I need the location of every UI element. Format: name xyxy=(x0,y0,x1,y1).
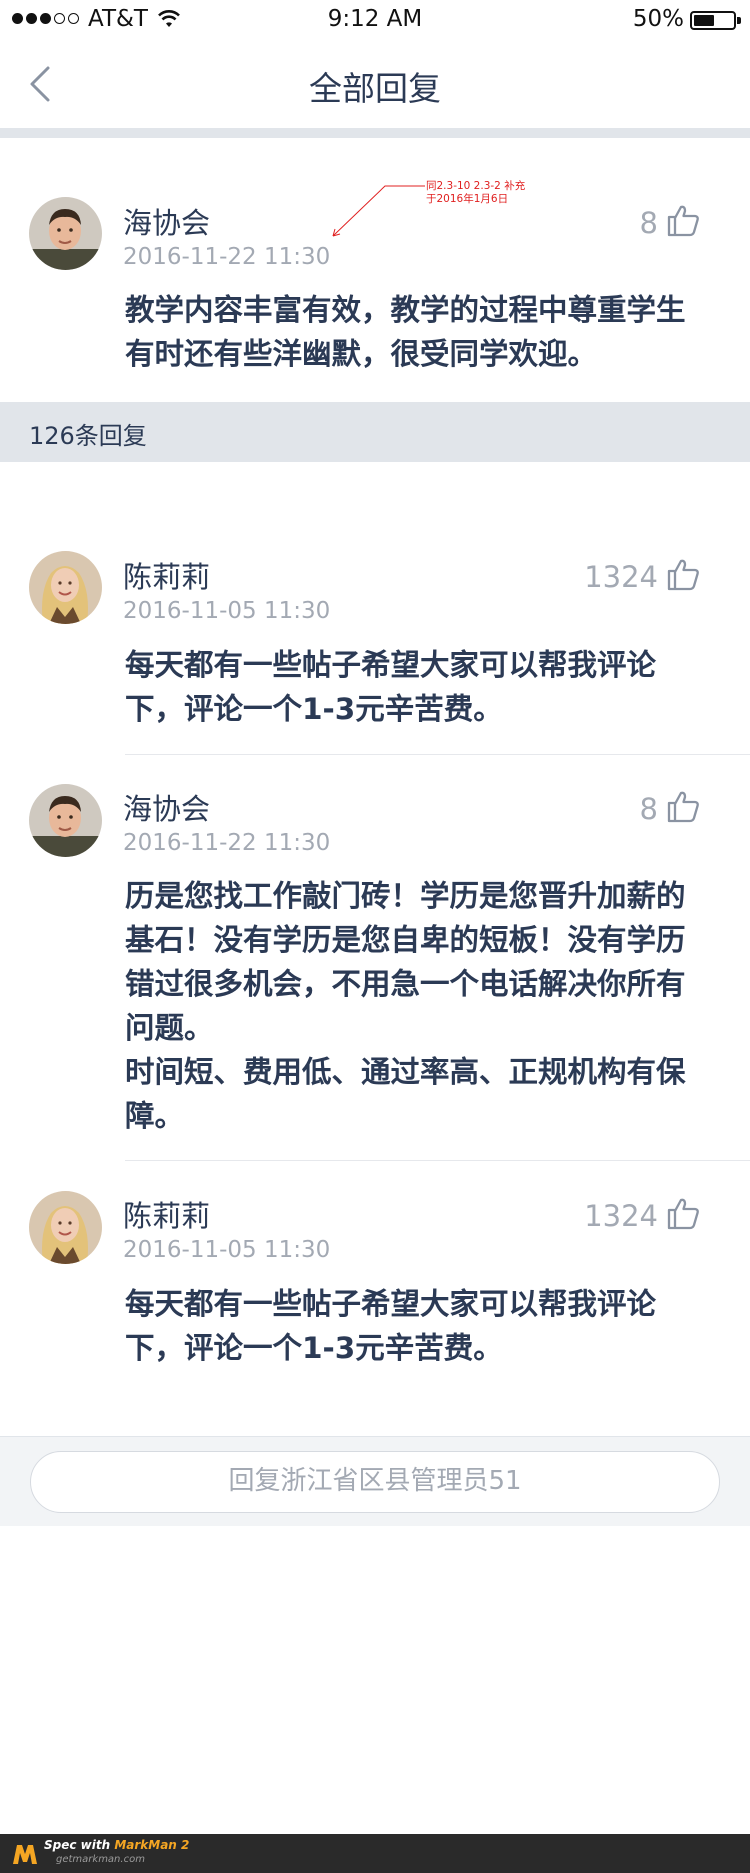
thumbs-up-icon[interactable] xyxy=(665,556,701,592)
comment-date: 2016-11-22 11:30 xyxy=(123,244,331,270)
footer-url: getmarkman.com xyxy=(56,1854,145,1865)
page-title: 全部回复 xyxy=(309,69,441,108)
comment-body-paragraph: 时间短、费用低、通过率高、正规机构有保障。 xyxy=(125,1055,686,1133)
comment-author-name[interactable]: 陈莉莉 xyxy=(123,554,210,596)
thumbs-up-icon[interactable] xyxy=(665,788,701,824)
comment-author-name[interactable]: 陈莉莉 xyxy=(123,1193,210,1235)
separator xyxy=(125,754,750,755)
annotation-arrow xyxy=(332,185,425,237)
avatar[interactable] xyxy=(29,551,102,624)
like-count: 8 xyxy=(639,792,658,826)
comment-author-name[interactable]: 海协会 xyxy=(123,200,210,242)
reply-count: 126条回复 xyxy=(29,422,147,450)
thumbs-up-icon[interactable] xyxy=(665,202,701,238)
avatar[interactable] xyxy=(29,1191,102,1264)
comment-body: 每天都有一些帖子希望大家可以帮我评论下，评论一个1-3元辛苦费。 xyxy=(125,648,657,726)
nav-divider xyxy=(0,128,750,138)
battery-tip xyxy=(737,17,741,24)
avatar[interactable] xyxy=(29,784,102,857)
annotation-note: 同2.3-10 2.3-2 补充于2016年1月6日 xyxy=(426,180,526,205)
like-count: 1324 xyxy=(584,560,658,594)
navigation-bar: 全部回复 xyxy=(0,40,750,128)
like-count: 8 xyxy=(639,206,658,240)
battery-icon xyxy=(690,11,736,30)
reply-bar: 回复浙江省区县管理员51 xyxy=(0,1436,750,1526)
comment-body: 历是您找工作敲门砖！学历是您晋升加薪的基石！没有学历是您自卑的短板！没有学历错过… xyxy=(125,879,686,1045)
battery-percent: 50% xyxy=(632,6,684,32)
comment-author-name[interactable]: 海协会 xyxy=(123,786,210,828)
separator xyxy=(125,1160,750,1161)
like-count: 1324 xyxy=(584,1199,658,1233)
comment-body: 教学内容丰富有效，教学的过程中尊重学生有时还有些洋幽默，很受同学欢迎。 xyxy=(125,293,686,371)
markman-footer: Spec with MarkMan 2 getmarkman.com xyxy=(0,1834,750,1873)
footer-brand: Spec with MarkMan 2 xyxy=(44,1838,190,1852)
comment-date: 2016-11-05 11:30 xyxy=(123,598,331,624)
status-bar: AT&T 9:12 AM 50% xyxy=(0,0,750,40)
avatar[interactable] xyxy=(29,197,102,270)
comment-date: 2016-11-05 11:30 xyxy=(123,1237,331,1263)
reply-input[interactable]: 回复浙江省区县管理员51 xyxy=(30,1451,720,1513)
comment-date: 2016-11-22 11:30 xyxy=(123,830,331,856)
replies-header: 126条回复 xyxy=(0,402,750,462)
markman-logo-icon xyxy=(13,1845,37,1864)
comment-body: 每天都有一些帖子希望大家可以帮我评论下，评论一个1-3元辛苦费。 xyxy=(125,1287,657,1365)
thumbs-up-icon[interactable] xyxy=(665,1195,701,1231)
